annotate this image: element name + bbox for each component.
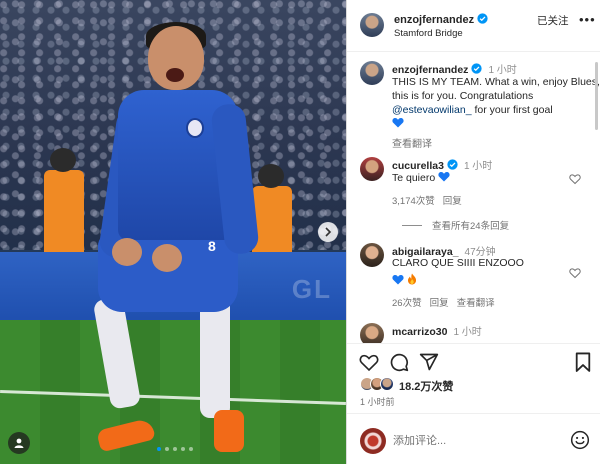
author-avatar[interactable] [360,13,384,37]
player-figure: 8 [88,18,260,458]
user-tag-icon [14,438,24,448]
reply-button[interactable]: 回复 [443,193,462,207]
carousel-dot [181,447,185,451]
blue-heart-emoji [392,118,404,128]
jersey-number: 8 [208,238,216,254]
post-timestamp[interactable]: 1 小时前 [360,395,395,408]
reply-button[interactable]: 回复 [430,295,449,309]
comment-time: 1 小时 [453,327,482,338]
verified-badge-icon [471,63,483,74]
more-options-button[interactable]: ••• [579,12,596,27]
comment-like-button[interactable] [569,173,581,185]
scrollbar[interactable] [595,62,598,130]
comment-text: Te quiero [392,172,436,184]
author-username[interactable]: enzojfernandez [394,14,474,26]
caption-text: THIS IS MY TEAM. What a win, enjoy Blues… [392,75,600,131]
liked-by-avatars[interactable] [360,376,400,392]
steward-figure [44,148,84,320]
heart-icon [569,174,581,185]
see-translation-link[interactable]: 查看翻译 [457,295,495,309]
heart-icon [359,354,379,372]
smiley-icon [570,430,590,450]
verified-badge-icon [477,13,488,24]
user-tag-button[interactable] [8,432,30,454]
following-button[interactable]: 已关注 [537,13,569,28]
club-crest [186,118,204,138]
like-button[interactable] [359,352,379,372]
emoji-button[interactable] [570,430,590,450]
comment-like-button[interactable] [569,267,581,279]
view-replies-button[interactable]: 查看所有24条回复 [402,218,509,232]
post-photo: GL 8 [0,0,346,464]
blue-heart-emoji [392,275,404,285]
mention-link[interactable]: @estevaowilian_ [392,104,472,116]
commenter-avatar[interactable] [360,157,384,181]
save-button[interactable] [573,352,593,372]
author-avatar[interactable] [360,61,384,85]
see-translation-link[interactable]: 查看翻译 [392,135,432,150]
comment-time: 1 小时 [463,161,493,172]
comment-icon [390,353,409,372]
add-comment-bar [347,413,600,464]
blue-heart-emoji [438,172,450,182]
verified-badge-icon [447,159,458,170]
comments-scroll-area[interactable]: enzojfernandez 1 小时 THIS IS MY TEAM. What… [347,53,600,343]
carousel-indicator [157,447,193,451]
share-icon [419,353,439,371]
commenter-username[interactable]: mcarrizo30 [392,326,447,338]
bookmark-icon [575,352,591,372]
comment-like-count[interactable]: 3,174次赞 [392,196,435,207]
commenter-avatar[interactable] [360,323,384,343]
post-location[interactable]: Stamford Bridge [394,28,463,39]
carousel-dot [173,447,177,451]
fire-emoji [407,273,416,285]
chevron-right-icon [325,227,332,237]
post-actions: 18.2万次赞 1 小时前 [347,343,600,413]
comment-text: CLARO QUE SIIII ENZOOO [392,257,524,269]
likes-count[interactable]: 18.2万次赞 [399,378,453,394]
carousel-dot [165,447,169,451]
comment-like-count[interactable]: 26次赞 [392,298,422,309]
heart-icon [569,268,581,279]
commenter-avatar[interactable] [360,243,384,267]
comment-input[interactable] [393,431,543,451]
current-user-avatar [360,428,386,454]
post-details-panel: enzojfernandez Stamford Bridge 已关注 ••• e… [347,0,600,464]
comment-button[interactable] [389,352,409,372]
carousel-next-button[interactable] [318,222,338,242]
share-button[interactable] [419,352,439,372]
carousel-dot [189,447,193,451]
post-header: enzojfernandez Stamford Bridge 已关注 ••• [347,0,600,52]
carousel-dot [157,447,161,451]
liker-avatar [380,377,394,391]
